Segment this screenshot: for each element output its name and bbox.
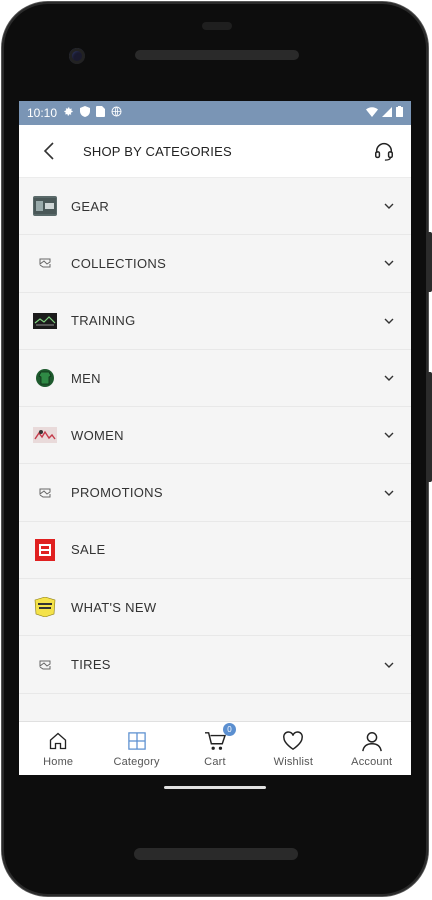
back-button[interactable]: [37, 139, 61, 163]
sensor-slot: [202, 22, 232, 30]
category-label: TIRES: [71, 657, 111, 673]
chevron-down-icon: [381, 198, 397, 214]
category-item-training[interactable]: TRAINING: [19, 293, 411, 350]
shield-icon: [80, 106, 91, 120]
nav-cart[interactable]: 0 Cart: [176, 723, 254, 768]
category-label: WHAT'S NEW: [71, 599, 157, 615]
volume-button: [427, 232, 432, 292]
category-label: MEN: [71, 370, 101, 386]
category-label: COLLECTIONS: [71, 255, 167, 271]
chevron-down-icon: [381, 427, 397, 443]
battery-icon: [396, 106, 403, 120]
nav-account[interactable]: Account: [333, 729, 411, 768]
nav-account-label: Account: [351, 756, 393, 768]
training-thumbnail-icon: [33, 311, 57, 331]
women-thumbnail-icon: [33, 425, 57, 445]
category-item-sale[interactable]: SALE: [19, 522, 411, 580]
back-arrow-icon: [43, 142, 54, 160]
category-item-tires[interactable]: TIRES: [19, 636, 411, 694]
home-icon: [48, 729, 68, 753]
nav-category[interactable]: Category: [98, 729, 176, 768]
nav-wishlist[interactable]: Wishlist: [254, 729, 332, 768]
broken-image-icon: [33, 483, 57, 503]
nav-home-label: Home: [43, 756, 74, 768]
grid-icon: [127, 729, 146, 753]
category-label: SALE: [71, 542, 106, 558]
settings-icon: [63, 106, 74, 120]
screen: 10:10 SHOP BY CATEGORIES GEAR COLLECTION…: [19, 101, 411, 775]
user-icon: [361, 729, 383, 753]
chevron-down-icon: [381, 313, 397, 329]
support-button[interactable]: [371, 138, 397, 164]
category-label: PROMOTIONS: [71, 485, 163, 501]
vpn-globe-icon: [111, 106, 122, 120]
sim-card-icon: [96, 106, 106, 120]
category-label: GEAR: [71, 198, 110, 214]
category-item-men[interactable]: MEN: [19, 350, 411, 408]
app-bar: SHOP BY CATEGORIES: [19, 125, 411, 178]
earpiece-speaker: [135, 50, 299, 60]
category-item-whats-new[interactable]: WHAT'S NEW: [19, 579, 411, 637]
category-item-gear[interactable]: GEAR: [19, 178, 411, 236]
front-camera: [69, 48, 85, 64]
nav-wishlist-label: Wishlist: [273, 756, 314, 768]
cart-icon: 0: [204, 723, 236, 753]
chevron-down-icon: [381, 370, 397, 386]
gear-thumbnail-icon: [33, 196, 57, 217]
power-button: [427, 372, 432, 482]
home-indicator[interactable]: [164, 786, 266, 789]
broken-image-icon: [33, 253, 57, 273]
bottom-navigation: Home Category 0 Cart Wishlist Account: [19, 721, 411, 775]
category-list: GEAR COLLECTIONS TRAINING MEN WOMEN PROM…: [19, 178, 411, 694]
headset-icon: [375, 143, 393, 161]
whats-new-thumbnail-icon: [33, 597, 57, 618]
status-time: 10:10: [27, 106, 58, 120]
chevron-down-icon: [381, 485, 397, 501]
page-title: SHOP BY CATEGORIES: [83, 143, 232, 159]
nav-category-label: Category: [113, 756, 160, 768]
category-label: TRAINING: [71, 313, 136, 329]
broken-image-icon: [33, 655, 57, 675]
cart-count-badge: 0: [222, 723, 236, 736]
category-item-promotions[interactable]: PROMOTIONS: [19, 464, 411, 522]
chevron-down-icon: [381, 255, 397, 271]
bottom-speaker: [134, 848, 298, 860]
status-bar: 10:10: [19, 101, 411, 125]
sale-thumbnail-icon: [33, 538, 57, 561]
category-item-women[interactable]: WOMEN: [19, 407, 411, 465]
wifi-icon: [366, 106, 378, 120]
heart-icon: [282, 729, 304, 753]
nav-home[interactable]: Home: [19, 729, 97, 768]
nav-cart-label: Cart: [204, 756, 226, 768]
category-item-collections[interactable]: COLLECTIONS: [19, 235, 411, 293]
category-label: WOMEN: [71, 427, 124, 443]
chevron-down-icon: [381, 657, 397, 673]
cell-signal-icon: [382, 106, 392, 120]
men-thumbnail-icon: [33, 368, 57, 388]
